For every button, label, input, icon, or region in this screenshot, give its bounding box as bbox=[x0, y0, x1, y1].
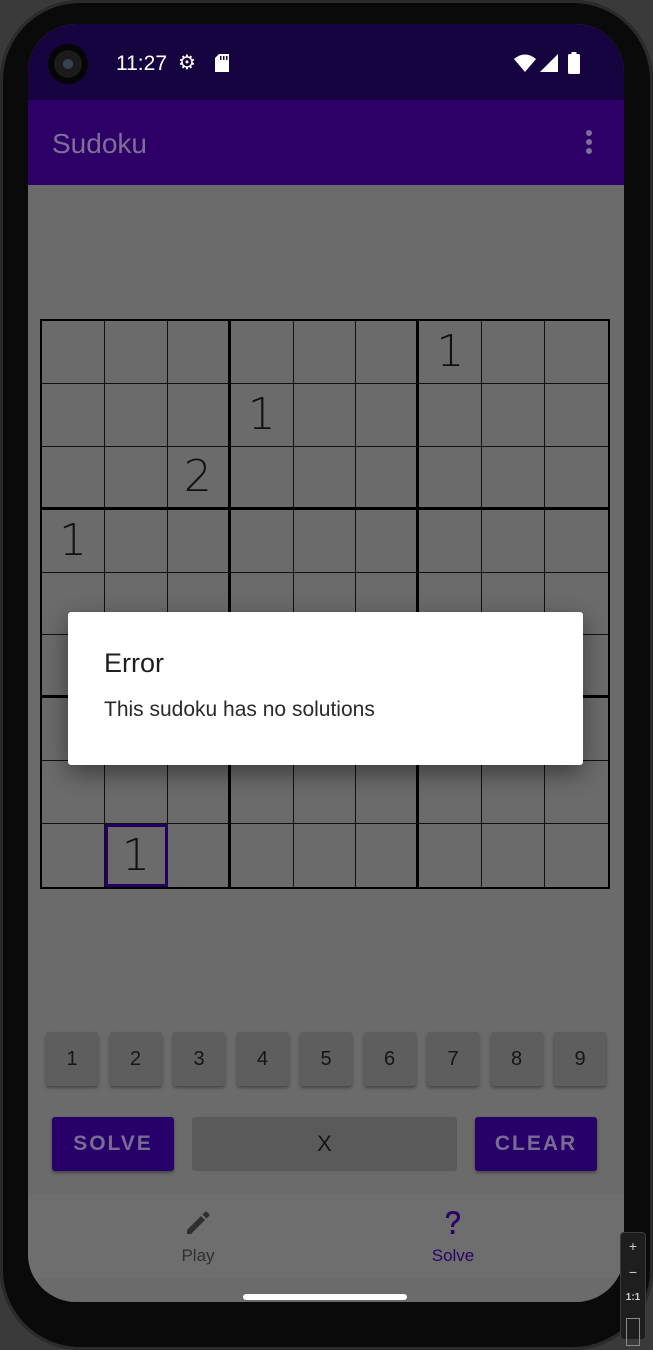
board-cell[interactable] bbox=[356, 761, 420, 825]
board-cell[interactable] bbox=[293, 509, 357, 573]
erase-button[interactable]: X bbox=[192, 1117, 457, 1171]
board-cell[interactable] bbox=[230, 446, 294, 510]
board-cell[interactable] bbox=[42, 824, 105, 887]
board-cell[interactable] bbox=[293, 383, 357, 447]
board-cell[interactable] bbox=[104, 509, 168, 573]
actual-size-button[interactable]: 1:1 bbox=[621, 1285, 645, 1311]
board-cell[interactable] bbox=[230, 761, 294, 825]
board-cell[interactable] bbox=[293, 321, 357, 384]
board-cell[interactable] bbox=[104, 321, 168, 384]
board-cell[interactable] bbox=[104, 761, 168, 825]
board-cell[interactable] bbox=[482, 761, 546, 825]
sudoku-board: 11211 bbox=[40, 319, 610, 889]
board-cell[interactable] bbox=[545, 447, 608, 510]
board-cell[interactable]: 1 bbox=[104, 824, 168, 887]
board-cell[interactable] bbox=[545, 824, 608, 887]
number-pad: 123456789 bbox=[46, 1032, 606, 1087]
dialog-title: Error bbox=[104, 648, 164, 678]
board-cell[interactable] bbox=[230, 321, 294, 384]
question-icon bbox=[446, 1211, 460, 1234]
gesture-bar[interactable] bbox=[243, 1294, 407, 1300]
pencil-icon bbox=[187, 1211, 210, 1234]
battery-icon bbox=[568, 52, 580, 74]
board-cell[interactable] bbox=[545, 761, 608, 825]
board-cell[interactable] bbox=[545, 321, 608, 384]
board-cell[interactable] bbox=[167, 761, 231, 825]
board-cell[interactable] bbox=[545, 510, 608, 573]
app-title: Sudoku bbox=[52, 128, 147, 159]
board-cell[interactable] bbox=[356, 824, 420, 887]
bottom-navigation: Play Solve bbox=[28, 1194, 624, 1278]
board-cell[interactable] bbox=[482, 321, 546, 384]
number-key[interactable]: 6 bbox=[363, 1032, 416, 1086]
number-key[interactable]: 7 bbox=[427, 1032, 479, 1086]
zoom-in-button[interactable]: + bbox=[621, 1233, 645, 1259]
board-cell[interactable] bbox=[356, 509, 420, 573]
board-cell[interactable] bbox=[419, 446, 483, 510]
board-cell[interactable] bbox=[419, 824, 483, 887]
number-key[interactable]: 8 bbox=[490, 1032, 543, 1086]
board-cell[interactable] bbox=[356, 321, 420, 384]
wifi-icon bbox=[514, 54, 536, 72]
board-cell[interactable] bbox=[230, 509, 294, 573]
signal-icon bbox=[540, 54, 558, 72]
board-cell[interactable] bbox=[419, 509, 483, 573]
solve-button[interactable]: SOLVE bbox=[52, 1117, 174, 1171]
board-cell[interactable] bbox=[356, 383, 420, 447]
nav-label-solve: Solve bbox=[431, 1246, 475, 1265]
number-key[interactable]: 1 bbox=[46, 1032, 98, 1086]
nav-label-play: Play bbox=[181, 1246, 215, 1265]
board-cell[interactable] bbox=[293, 446, 357, 510]
board-cell[interactable] bbox=[545, 384, 608, 447]
nav-item-solve[interactable]: Solve bbox=[353, 1194, 553, 1278]
board-cell[interactable] bbox=[42, 321, 105, 384]
board-cell[interactable] bbox=[356, 446, 420, 510]
board-cell[interactable] bbox=[42, 761, 105, 825]
board-cell[interactable] bbox=[104, 383, 168, 447]
board-cell[interactable] bbox=[104, 446, 168, 510]
status-time: 11:27 bbox=[116, 52, 167, 75]
board-cell[interactable]: 1 bbox=[42, 509, 105, 573]
board-cell[interactable] bbox=[419, 761, 483, 825]
number-key[interactable]: 5 bbox=[300, 1032, 352, 1086]
more-vert-icon[interactable] bbox=[584, 128, 594, 158]
fit-screen-button[interactable] bbox=[621, 1318, 645, 1346]
clear-button[interactable]: CLEAR bbox=[475, 1117, 597, 1171]
board-cell[interactable] bbox=[168, 824, 231, 887]
zoom-out-button[interactable]: − bbox=[621, 1259, 645, 1285]
number-key[interactable]: 2 bbox=[109, 1032, 162, 1086]
board-cell[interactable] bbox=[167, 383, 231, 447]
error-dialog: Error This sudoku has no solutions bbox=[68, 612, 583, 765]
app-bar: Sudoku bbox=[28, 100, 624, 185]
status-bar: 11:27 ⚙ bbox=[28, 24, 624, 100]
number-key[interactable]: 4 bbox=[236, 1032, 289, 1086]
sd-card-icon bbox=[215, 54, 229, 72]
board-cell[interactable] bbox=[482, 383, 546, 447]
emulator-zoom-controls: + − 1:1 bbox=[620, 1232, 646, 1346]
board-cell[interactable] bbox=[482, 509, 546, 573]
front-camera bbox=[48, 44, 88, 84]
number-key[interactable]: 9 bbox=[554, 1032, 606, 1086]
board-cell[interactable]: 2 bbox=[167, 446, 231, 510]
board-cell[interactable] bbox=[167, 509, 231, 573]
gear-icon: ⚙ bbox=[178, 52, 196, 74]
board-cell[interactable] bbox=[42, 383, 105, 447]
board-cell[interactable] bbox=[167, 321, 231, 384]
board-cell[interactable]: 1 bbox=[230, 383, 294, 447]
number-key[interactable]: 3 bbox=[173, 1032, 225, 1086]
board-cell[interactable] bbox=[482, 446, 546, 510]
board-cell[interactable] bbox=[42, 446, 105, 510]
nav-item-play[interactable]: Play bbox=[98, 1194, 298, 1278]
board-cell[interactable] bbox=[294, 824, 357, 887]
board-cell[interactable] bbox=[482, 824, 546, 887]
fit-screen-icon bbox=[626, 1318, 640, 1346]
board-cell[interactable] bbox=[293, 761, 357, 825]
dialog-message: This sudoku has no solutions bbox=[104, 698, 375, 721]
board-cell[interactable] bbox=[231, 824, 294, 887]
board-cell[interactable] bbox=[419, 383, 483, 447]
board-cell[interactable]: 1 bbox=[419, 321, 483, 384]
